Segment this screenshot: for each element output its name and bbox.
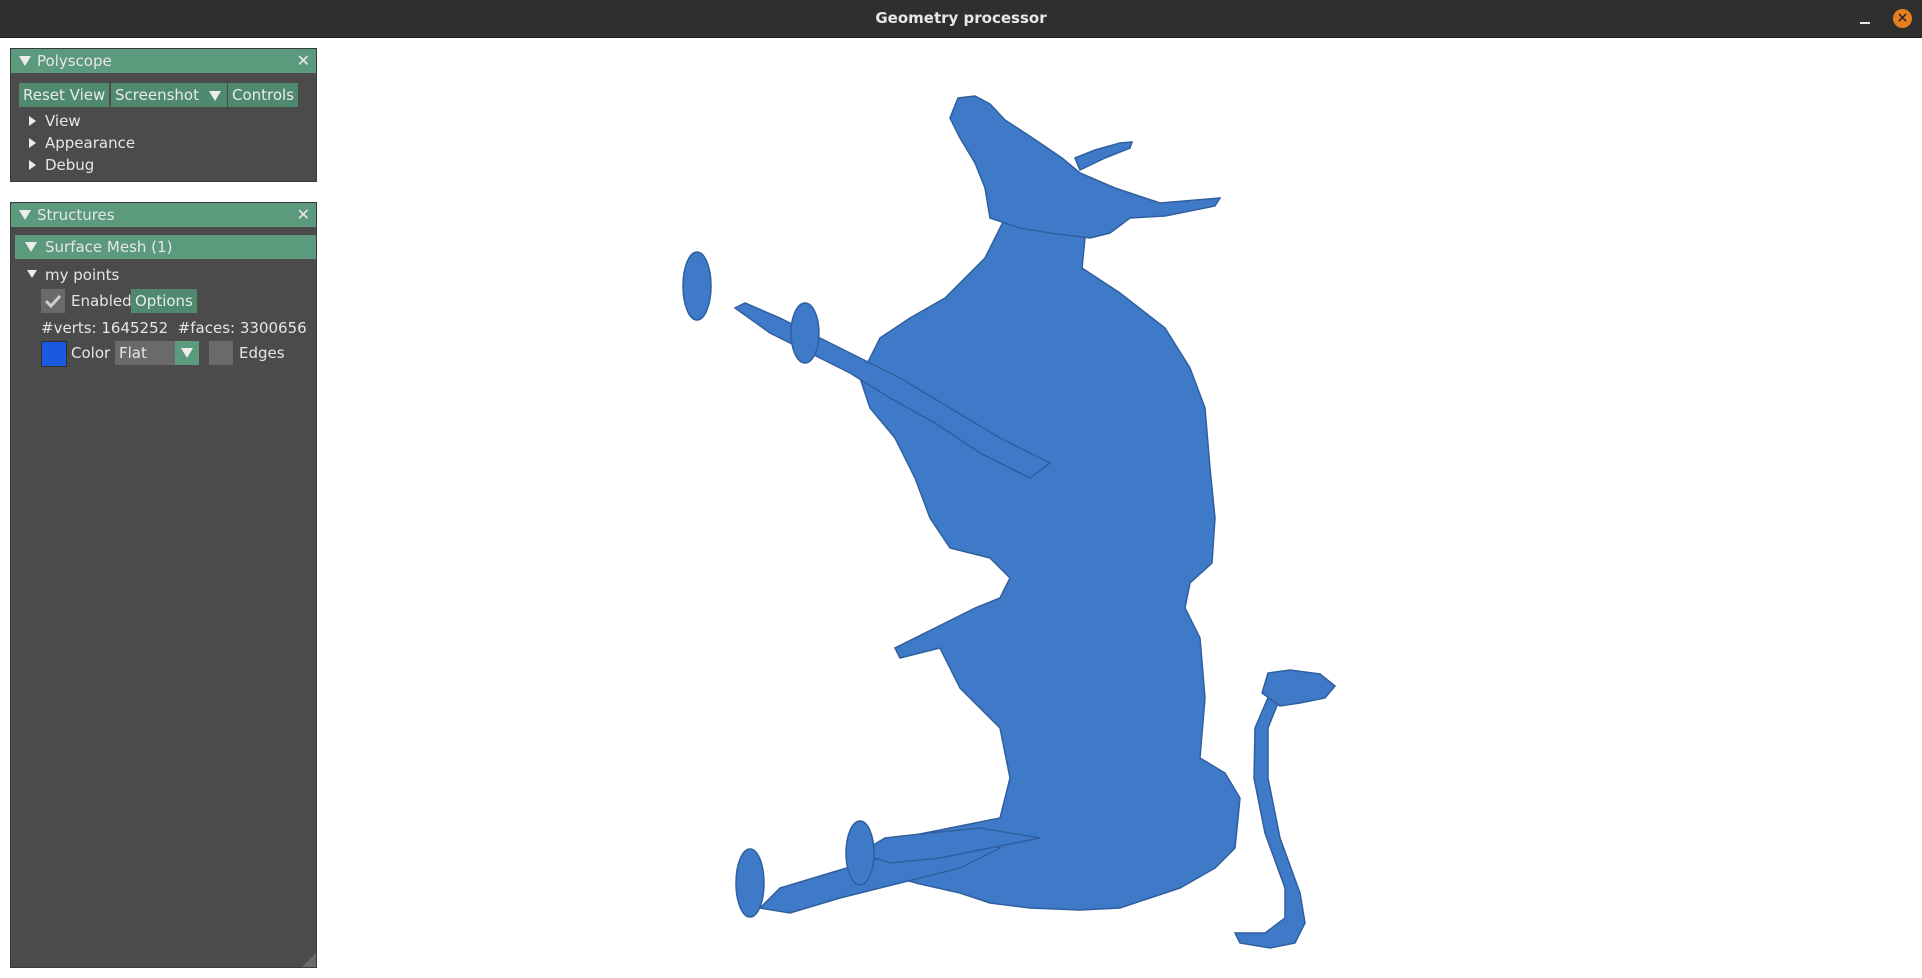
mesh-body (859, 187, 1241, 911)
collapse-triangle-icon[interactable] (19, 56, 31, 66)
tree-item-label: Appearance (45, 134, 136, 152)
chevron-down-icon (209, 91, 221, 101)
mesh-hoof-2 (790, 302, 820, 364)
mesh-horn (1074, 141, 1134, 172)
structures-panel: Structures ✕ Surface Mesh (1) my points … (10, 202, 317, 968)
color-label: Color (71, 344, 111, 362)
enabled-checkbox[interactable] (41, 289, 65, 313)
check-icon (44, 294, 62, 309)
collapse-triangle-icon[interactable] (19, 210, 31, 220)
surface-mesh-group-label: Surface Mesh (1) (45, 238, 173, 256)
polyscope-panel-header[interactable]: Polyscope ✕ (11, 49, 316, 73)
polyscope-panel-title: Polyscope (37, 52, 112, 70)
screenshot-options-button[interactable] (203, 83, 227, 107)
edges-checkbox[interactable] (209, 341, 233, 365)
expand-triangle-icon (29, 116, 36, 126)
polyscope-panel: Polyscope ✕ Reset View Screenshot Contro… (10, 48, 317, 182)
screenshot-button[interactable]: Screenshot (111, 83, 203, 107)
mesh-hoof-3 (735, 848, 765, 918)
mesh-tail-tuft (1261, 669, 1337, 707)
tree-item-label: Debug (45, 156, 95, 174)
mesh-stats: #verts: 1645252 #faces: 3300656 (41, 319, 307, 337)
controls-button[interactable]: Controls (228, 83, 299, 107)
reset-view-button[interactable]: Reset View (19, 83, 110, 107)
shade-mode-select[interactable]: Flat (115, 341, 199, 365)
shade-mode-value: Flat (119, 344, 147, 362)
surface-mesh-group-header[interactable]: Surface Mesh (1) (15, 235, 316, 259)
structures-panel-title: Structures (37, 206, 115, 224)
expand-triangle-icon (29, 138, 36, 148)
collapse-triangle-icon (25, 242, 37, 252)
edges-label: Edges (239, 344, 285, 362)
structure-item-my-points[interactable]: my points (27, 265, 267, 285)
chevron-down-icon (181, 348, 193, 358)
enabled-label: Enabled (71, 292, 132, 310)
window-title: Geometry processor (875, 9, 1047, 27)
close-window-button[interactable]: × (1893, 9, 1912, 28)
tree-item-label: View (45, 112, 81, 130)
dropdown-arrow (175, 341, 199, 365)
window-titlebar: Geometry processor × (0, 0, 1922, 38)
mesh-hoof-1 (682, 251, 712, 321)
color-swatch[interactable] (41, 341, 67, 367)
resize-grip[interactable] (302, 953, 316, 967)
expand-triangle-icon (29, 160, 36, 170)
mesh-tail (1233, 691, 1306, 949)
options-button[interactable]: Options (131, 289, 197, 313)
close-icon[interactable]: ✕ (297, 203, 310, 227)
minimize-button[interactable] (1858, 13, 1872, 25)
mesh-hoof-4 (845, 820, 875, 886)
structures-panel-header[interactable]: Structures ✕ (11, 203, 316, 227)
close-icon[interactable]: ✕ (297, 49, 310, 73)
structure-item-label: my points (45, 266, 120, 284)
collapse-triangle-icon (27, 270, 37, 278)
